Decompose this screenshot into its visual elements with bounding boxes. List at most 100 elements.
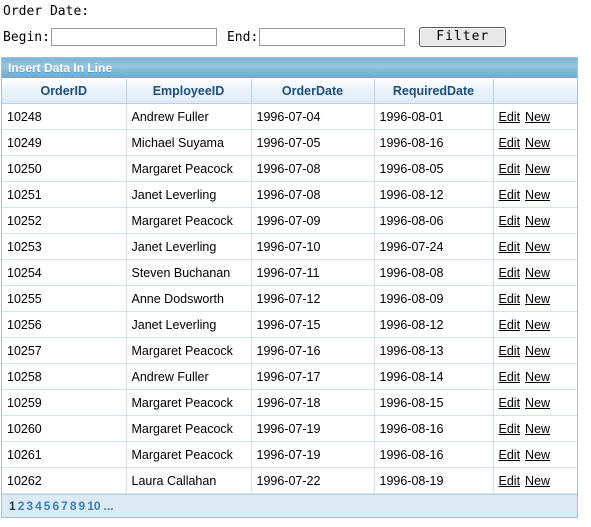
column-header-orderdate[interactable]: OrderDate xyxy=(251,79,375,104)
edit-link[interactable]: Edit xyxy=(499,266,521,280)
begin-label: Begin: xyxy=(3,29,50,45)
cell-order_date: 1996-07-18 xyxy=(251,389,375,416)
pager-page-10[interactable]: 10 xyxy=(87,499,100,513)
edit-link[interactable]: Edit xyxy=(499,344,521,358)
edit-link[interactable]: Edit xyxy=(499,318,521,332)
new-link[interactable]: New xyxy=(525,240,550,254)
panel-title: Insert Data In Line xyxy=(2,58,577,79)
edit-link[interactable]: Edit xyxy=(499,474,521,488)
pager-page-2[interactable]: 2 xyxy=(18,499,25,513)
cell-actions: Edit New xyxy=(493,233,577,260)
new-link[interactable]: New xyxy=(525,110,550,124)
cell-employee: Margaret Peacock xyxy=(126,415,252,442)
new-link[interactable]: New xyxy=(525,422,550,436)
cell-required_date: 1996-08-16 xyxy=(374,441,494,468)
edit-link[interactable]: Edit xyxy=(499,110,521,124)
cell-order_id: 10257 xyxy=(2,337,127,364)
cell-order_date: 1996-07-15 xyxy=(251,311,375,338)
pager-page-6[interactable]: 6 xyxy=(52,499,59,513)
cell-order_date: 1996-07-16 xyxy=(251,337,375,364)
edit-link[interactable]: Edit xyxy=(499,292,521,306)
cell-actions: Edit New xyxy=(493,467,577,494)
cell-employee: Michael Suyama xyxy=(126,129,252,156)
table-row: 10260 Margaret Peacock 1996-07-19 1996-08-1… xyxy=(2,415,577,442)
pager-page-7[interactable]: 7 xyxy=(61,499,68,513)
cell-order_id: 10256 xyxy=(2,311,127,338)
table-row: 10254 Steven Buchanan 1996-07-11 1996-08-08… xyxy=(2,259,577,286)
new-link[interactable]: New xyxy=(525,292,550,306)
new-link[interactable]: New xyxy=(525,188,550,202)
grid-panel: Insert Data In Line OrderID EmployeeID O… xyxy=(1,57,578,518)
table-header: OrderID EmployeeID OrderDate RequiredDat… xyxy=(2,79,577,104)
edit-link[interactable]: Edit xyxy=(499,136,521,150)
pager-ellipsis[interactable]: ... xyxy=(104,499,114,513)
new-link[interactable]: New xyxy=(525,318,550,332)
cell-actions: Edit New xyxy=(493,181,577,208)
column-header-orderid[interactable]: OrderID xyxy=(2,79,127,104)
filter-button[interactable]: Filter xyxy=(419,27,507,47)
orders-table: OrderID EmployeeID OrderDate RequiredDat… xyxy=(2,79,577,494)
cell-order_date: 1996-07-08 xyxy=(251,181,375,208)
new-link[interactable]: New xyxy=(525,448,550,462)
edit-link[interactable]: Edit xyxy=(499,422,521,436)
edit-link[interactable]: Edit xyxy=(499,188,521,202)
cell-order_id: 10252 xyxy=(2,207,127,234)
cell-order_id: 10248 xyxy=(2,103,127,130)
cell-actions: Edit New xyxy=(493,389,577,416)
cell-required_date: 1996-08-08 xyxy=(374,259,494,286)
cell-required_date: 1996-08-06 xyxy=(374,207,494,234)
cell-order_id: 10249 xyxy=(2,129,127,156)
pager-page-3[interactable]: 3 xyxy=(26,499,33,513)
cell-required_date: 1996-08-05 xyxy=(374,155,494,182)
edit-link[interactable]: Edit xyxy=(499,448,521,462)
new-link[interactable]: New xyxy=(525,266,550,280)
pager-page-9[interactable]: 9 xyxy=(79,499,86,513)
cell-actions: Edit New xyxy=(493,285,577,312)
table-row: 10257 Margaret Peacock 1996-07-16 1996-08-1… xyxy=(2,337,577,364)
begin-date-input[interactable] xyxy=(50,28,217,46)
pager-page-5[interactable]: 5 xyxy=(44,499,51,513)
pager-page-8[interactable]: 8 xyxy=(70,499,77,513)
cell-order_id: 10259 xyxy=(2,389,127,416)
edit-link[interactable]: Edit xyxy=(499,240,521,254)
pager: 1 2 3 4 5 6 7 8 9 10... xyxy=(2,494,577,517)
new-link[interactable]: New xyxy=(525,136,550,150)
new-link[interactable]: New xyxy=(525,344,550,358)
pager-page-4[interactable]: 4 xyxy=(35,499,42,513)
cell-order_date: 1996-07-22 xyxy=(251,467,375,494)
cell-employee: Anne Dodsworth xyxy=(126,285,252,312)
new-link[interactable]: New xyxy=(525,162,550,176)
table-row: 10253 Janet Leverling 1996-07-10 1996-07-24… xyxy=(2,233,577,260)
pager-current-page: 1 xyxy=(9,499,16,513)
edit-link[interactable]: Edit xyxy=(499,214,521,228)
cell-employee: Janet Leverling xyxy=(126,233,252,260)
table-row: 10251 Janet Leverling 1996-07-08 1996-08-12… xyxy=(2,181,577,208)
cell-order_date: 1996-07-04 xyxy=(251,103,375,130)
cell-required_date: 1996-08-14 xyxy=(374,363,494,390)
table-header-row: OrderID EmployeeID OrderDate RequiredDat… xyxy=(2,79,577,104)
table-row: 10261 Margaret Peacock 1996-07-19 1996-08-1… xyxy=(2,441,577,468)
cell-required_date: 1996-08-12 xyxy=(374,311,494,338)
new-link[interactable]: New xyxy=(525,474,550,488)
edit-link[interactable]: Edit xyxy=(499,162,521,176)
table-row: 10255 Anne Dodsworth 1996-07-12 1996-08-09 E… xyxy=(2,285,577,312)
new-link[interactable]: New xyxy=(525,214,550,228)
table-row: 10258 Andrew Fuller 1996-07-17 1996-08-14 Ed… xyxy=(2,363,577,390)
cell-order_date: 1996-07-17 xyxy=(251,363,375,390)
end-date-input[interactable] xyxy=(259,28,406,46)
cell-required_date: 1996-08-12 xyxy=(374,181,494,208)
cell-actions: Edit New xyxy=(493,441,577,468)
cell-actions: Edit New xyxy=(493,415,577,442)
cell-required_date: 1996-08-13 xyxy=(374,337,494,364)
edit-link[interactable]: Edit xyxy=(499,370,521,384)
column-header-employeeid[interactable]: EmployeeID xyxy=(126,79,252,104)
cell-employee: Margaret Peacock xyxy=(126,389,252,416)
table-row: 10256 Janet Leverling 1996-07-15 1996-08-12… xyxy=(2,311,577,338)
new-link[interactable]: New xyxy=(525,396,550,410)
new-link[interactable]: New xyxy=(525,370,550,384)
edit-link[interactable]: Edit xyxy=(499,396,521,410)
cell-order_date: 1996-07-08 xyxy=(251,155,375,182)
cell-required_date: 1996-08-09 xyxy=(374,285,494,312)
column-header-requireddate[interactable]: RequiredDate xyxy=(374,79,494,104)
cell-actions: Edit New xyxy=(493,155,577,182)
